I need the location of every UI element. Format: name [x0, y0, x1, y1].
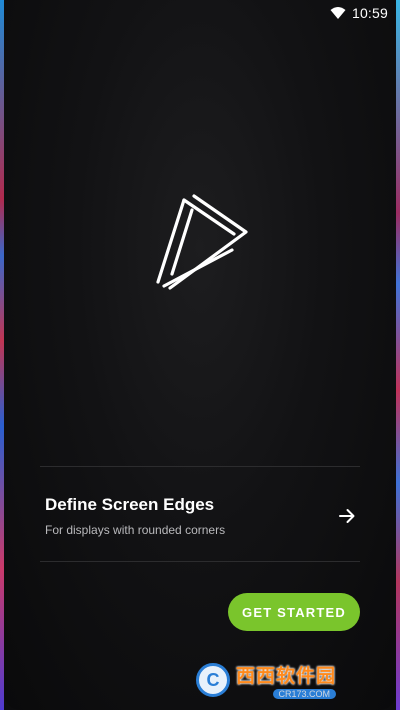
arrow-right-icon[interactable] [337, 506, 357, 526]
get-started-button[interactable]: GET STARTED [228, 593, 360, 631]
option-title: Define Screen Edges [45, 495, 215, 514]
watermark-url: CR173.COM [272, 689, 337, 699]
watermark-logo-icon: C [196, 663, 230, 697]
triangle-play-logo-icon [156, 190, 256, 300]
divider-bottom [40, 561, 360, 562]
define-screen-edges-option[interactable]: Define Screen Edges For displays with ro… [40, 478, 360, 554]
watermark-text: 西西软件园 CR173.COM [236, 661, 337, 699]
screen-edge-right [396, 0, 400, 710]
app-screen: 10:59 Define Screen Edges For displays w… [4, 0, 396, 710]
option-text: Define Screen Edges For displays with ro… [40, 495, 225, 537]
watermark-cn-text: 西西软件园 [236, 666, 337, 687]
wifi-icon [330, 6, 346, 20]
option-subtitle: For displays with rounded corners [45, 523, 226, 537]
status-bar: 10:59 [4, 0, 396, 26]
divider-top [40, 466, 360, 467]
status-time: 10:59 [351, 5, 388, 21]
site-watermark: C 西西软件园 CR173.COM [196, 660, 386, 700]
